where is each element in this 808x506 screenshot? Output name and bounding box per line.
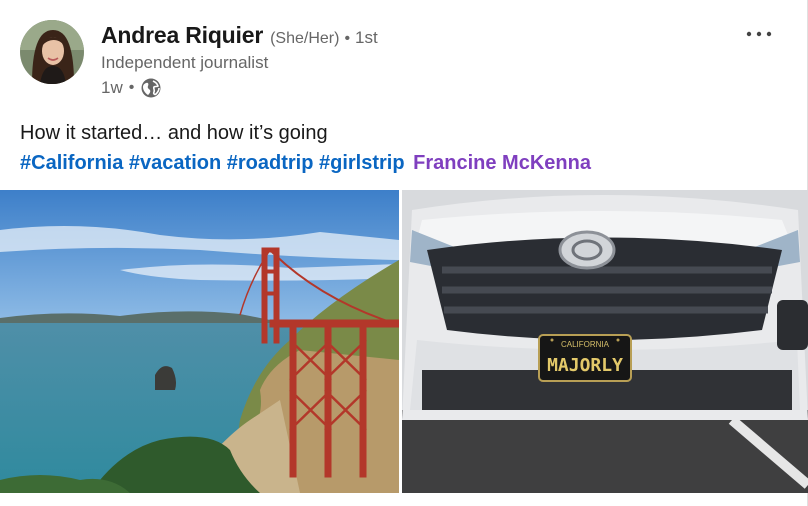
post-tags-line: #California #vacation #roadtrip #girlstr… [20, 148, 591, 178]
author-name[interactable]: Andrea Riquier [101, 22, 263, 49]
separator-dot: • [344, 30, 351, 47]
plate-state: CALIFORNIA [561, 340, 610, 349]
author-name-line: Andrea Riquier (She/Her) • 1st [101, 22, 378, 49]
mention-link[interactable]: Francine McKenna [413, 152, 591, 174]
author-avatar[interactable] [20, 20, 84, 84]
author-meta: Andrea Riquier (She/Her) • 1st Independe… [101, 22, 378, 99]
golden-gate-bridge-photo[interactable] [0, 190, 399, 493]
hashtag-list: #California #vacation #roadtrip #girlstr… [20, 152, 410, 174]
hashtag-link[interactable]: #roadtrip [227, 152, 314, 174]
hashtag-link[interactable]: #vacation [129, 152, 221, 174]
author-pronouns: (She/Her) [270, 30, 340, 47]
post-time: 1w [101, 78, 123, 97]
hashtag-link[interactable]: #girlstrip [319, 152, 405, 174]
hashtag-link[interactable]: #California [20, 152, 123, 174]
post-timestamp-line: 1w • [101, 77, 378, 99]
more-options-button[interactable] [741, 22, 777, 46]
more-dots-icon [746, 31, 772, 37]
author-headline: Independent journalist [101, 53, 269, 72]
avatar-photo [20, 20, 84, 84]
post-body: How it started… and how it’s going #Cali… [20, 118, 591, 178]
separator-dot: • [128, 79, 135, 96]
feed-post-card: Andrea Riquier (She/Her) • 1st Independe… [0, 0, 808, 506]
plate-text: MAJORLY [547, 355, 623, 376]
car-license-plate-photo[interactable]: CALIFORNIA MAJORLY [402, 190, 808, 493]
globe-icon [140, 77, 162, 99]
post-text: How it started… and how it’s going [20, 122, 328, 144]
post-header: Andrea Riquier (She/Her) • 1st Independe… [20, 20, 378, 99]
connection-degree: 1st [355, 28, 378, 47]
post-images: CALIFORNIA MAJORLY [0, 190, 808, 493]
